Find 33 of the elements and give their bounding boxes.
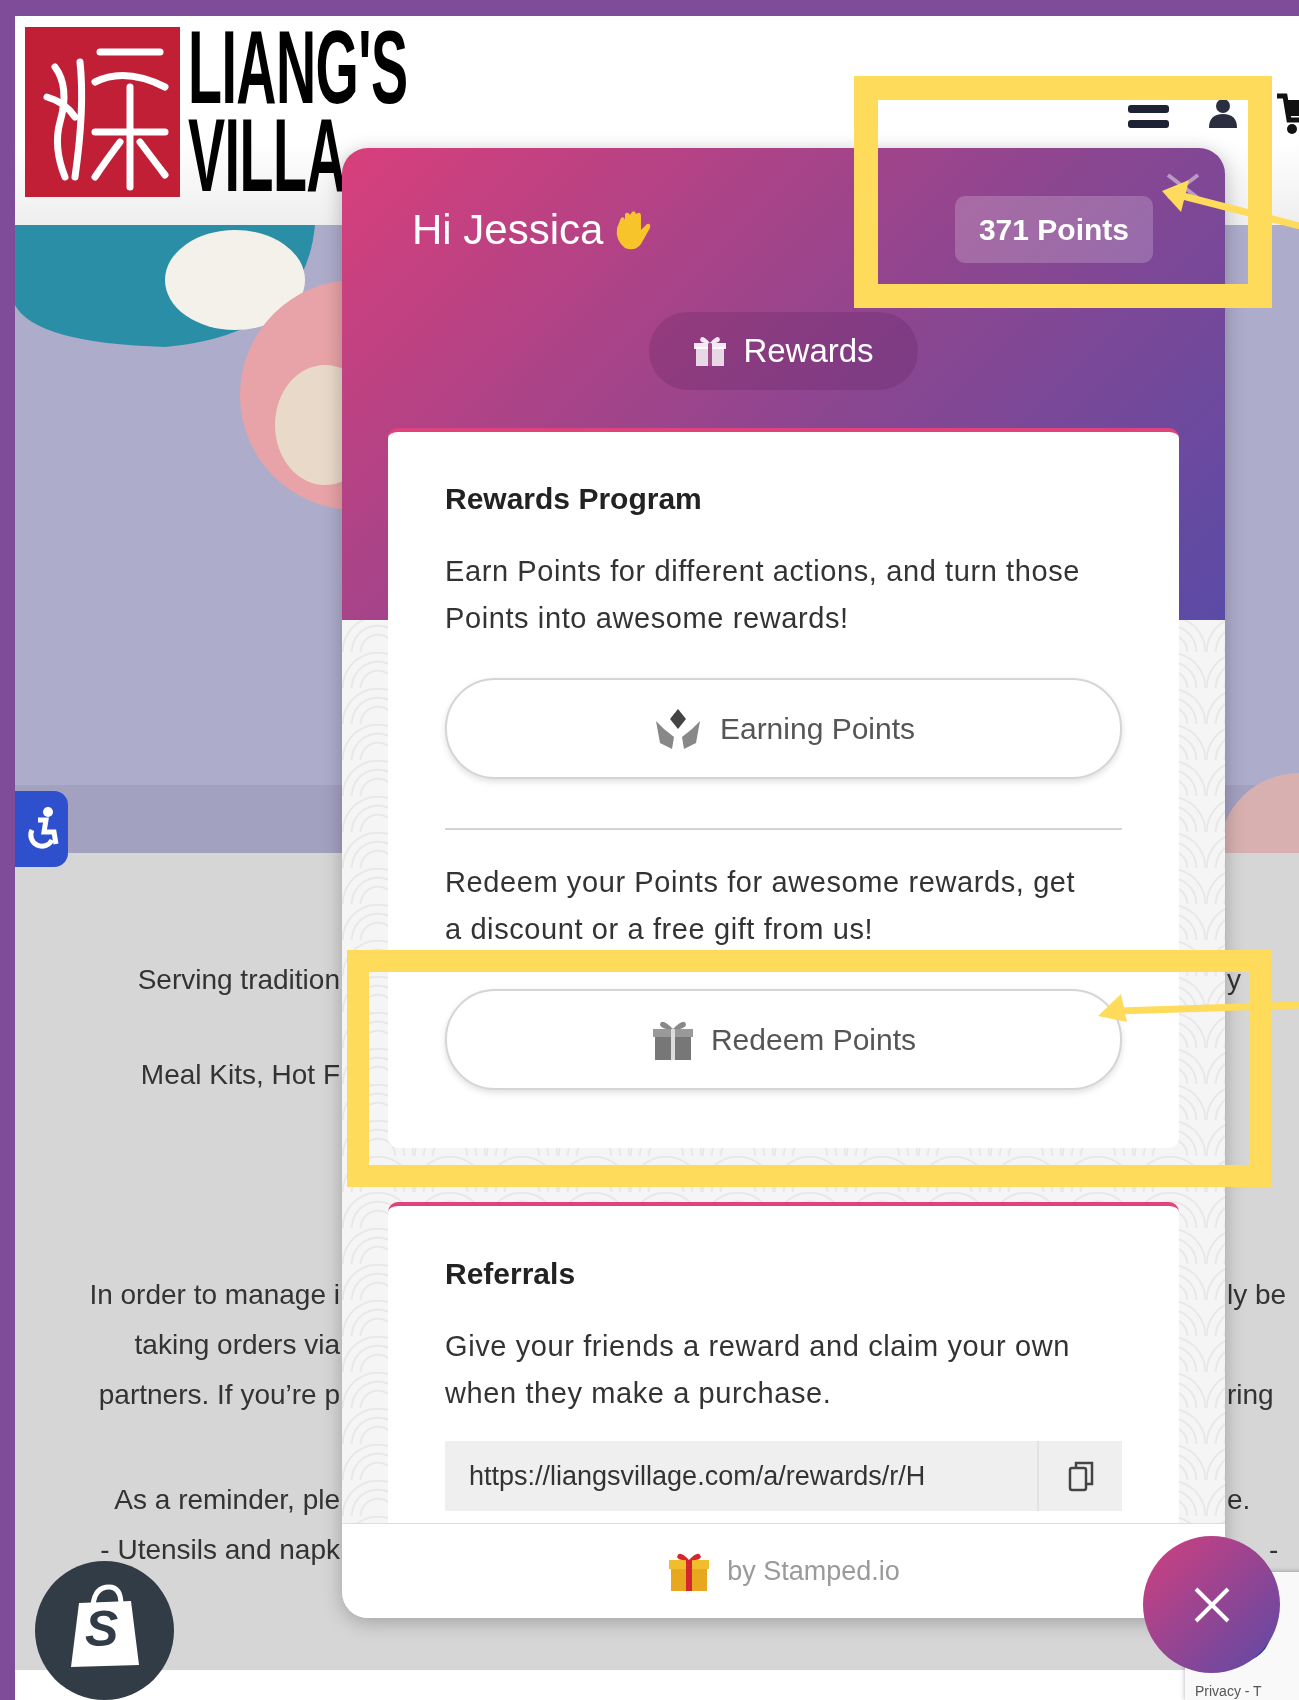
gift-icon <box>693 335 728 367</box>
rewards-tab[interactable]: Rewards <box>649 312 918 390</box>
user-icon[interactable] <box>1208 98 1238 128</box>
body-text: partners. If you’re p <box>98 1379 340 1410</box>
logo-text: LIANG'S <box>188 24 408 112</box>
copy-icon[interactable] <box>1067 1460 1094 1492</box>
card-description: Redeem your Points for awesome rewards, get a discount or a free gift from us! <box>445 865 1077 947</box>
body-text: - <box>1269 1534 1279 1565</box>
shopping-bag-icon <box>69 1583 141 1669</box>
body-text: Meal Kits, Hot F <box>140 1059 340 1090</box>
action-button[interactable]: Earning Points <box>445 678 1122 779</box>
referral-link-field[interactable]: https://liangsvillage.com/a/rewards/r/H <box>445 1441 1122 1511</box>
card-title: Referrals <box>445 1256 577 1292</box>
body-text: As a reminder, ple <box>114 1484 340 1515</box>
card-description: Give your friends a reward and claim your own when they make a purchase. <box>445 1329 1071 1411</box>
points-badge: 371 Points <box>954 196 1153 263</box>
menu-icon[interactable] <box>1128 105 1169 128</box>
action-button[interactable]: Redeem Points <box>445 989 1122 1090</box>
body-text: Serving tradition <box>137 964 340 995</box>
body-text: ly be <box>1227 1279 1287 1310</box>
powered-by-text: by Stamped.io <box>727 1554 900 1588</box>
body-text: e. <box>1227 1484 1251 1515</box>
accessibility-button[interactable] <box>15 791 68 867</box>
logo-text: VILLA <box>188 112 346 200</box>
body-text: taking orders via <box>134 1329 340 1360</box>
body-text: In order to manage i <box>89 1279 340 1310</box>
privacy-terms-links[interactable]: Privacy - T <box>1195 1682 1262 1700</box>
greeting: Hi Jessica <box>412 205 604 255</box>
body-text: y <box>1227 964 1241 995</box>
card-title: Rewards Program <box>445 481 703 517</box>
cart-icon[interactable] <box>1277 92 1299 135</box>
body-text: ring <box>1227 1379 1274 1410</box>
card-description: Earn Points for different actions, and turn those Points into awesome rewards! <box>445 554 1081 636</box>
